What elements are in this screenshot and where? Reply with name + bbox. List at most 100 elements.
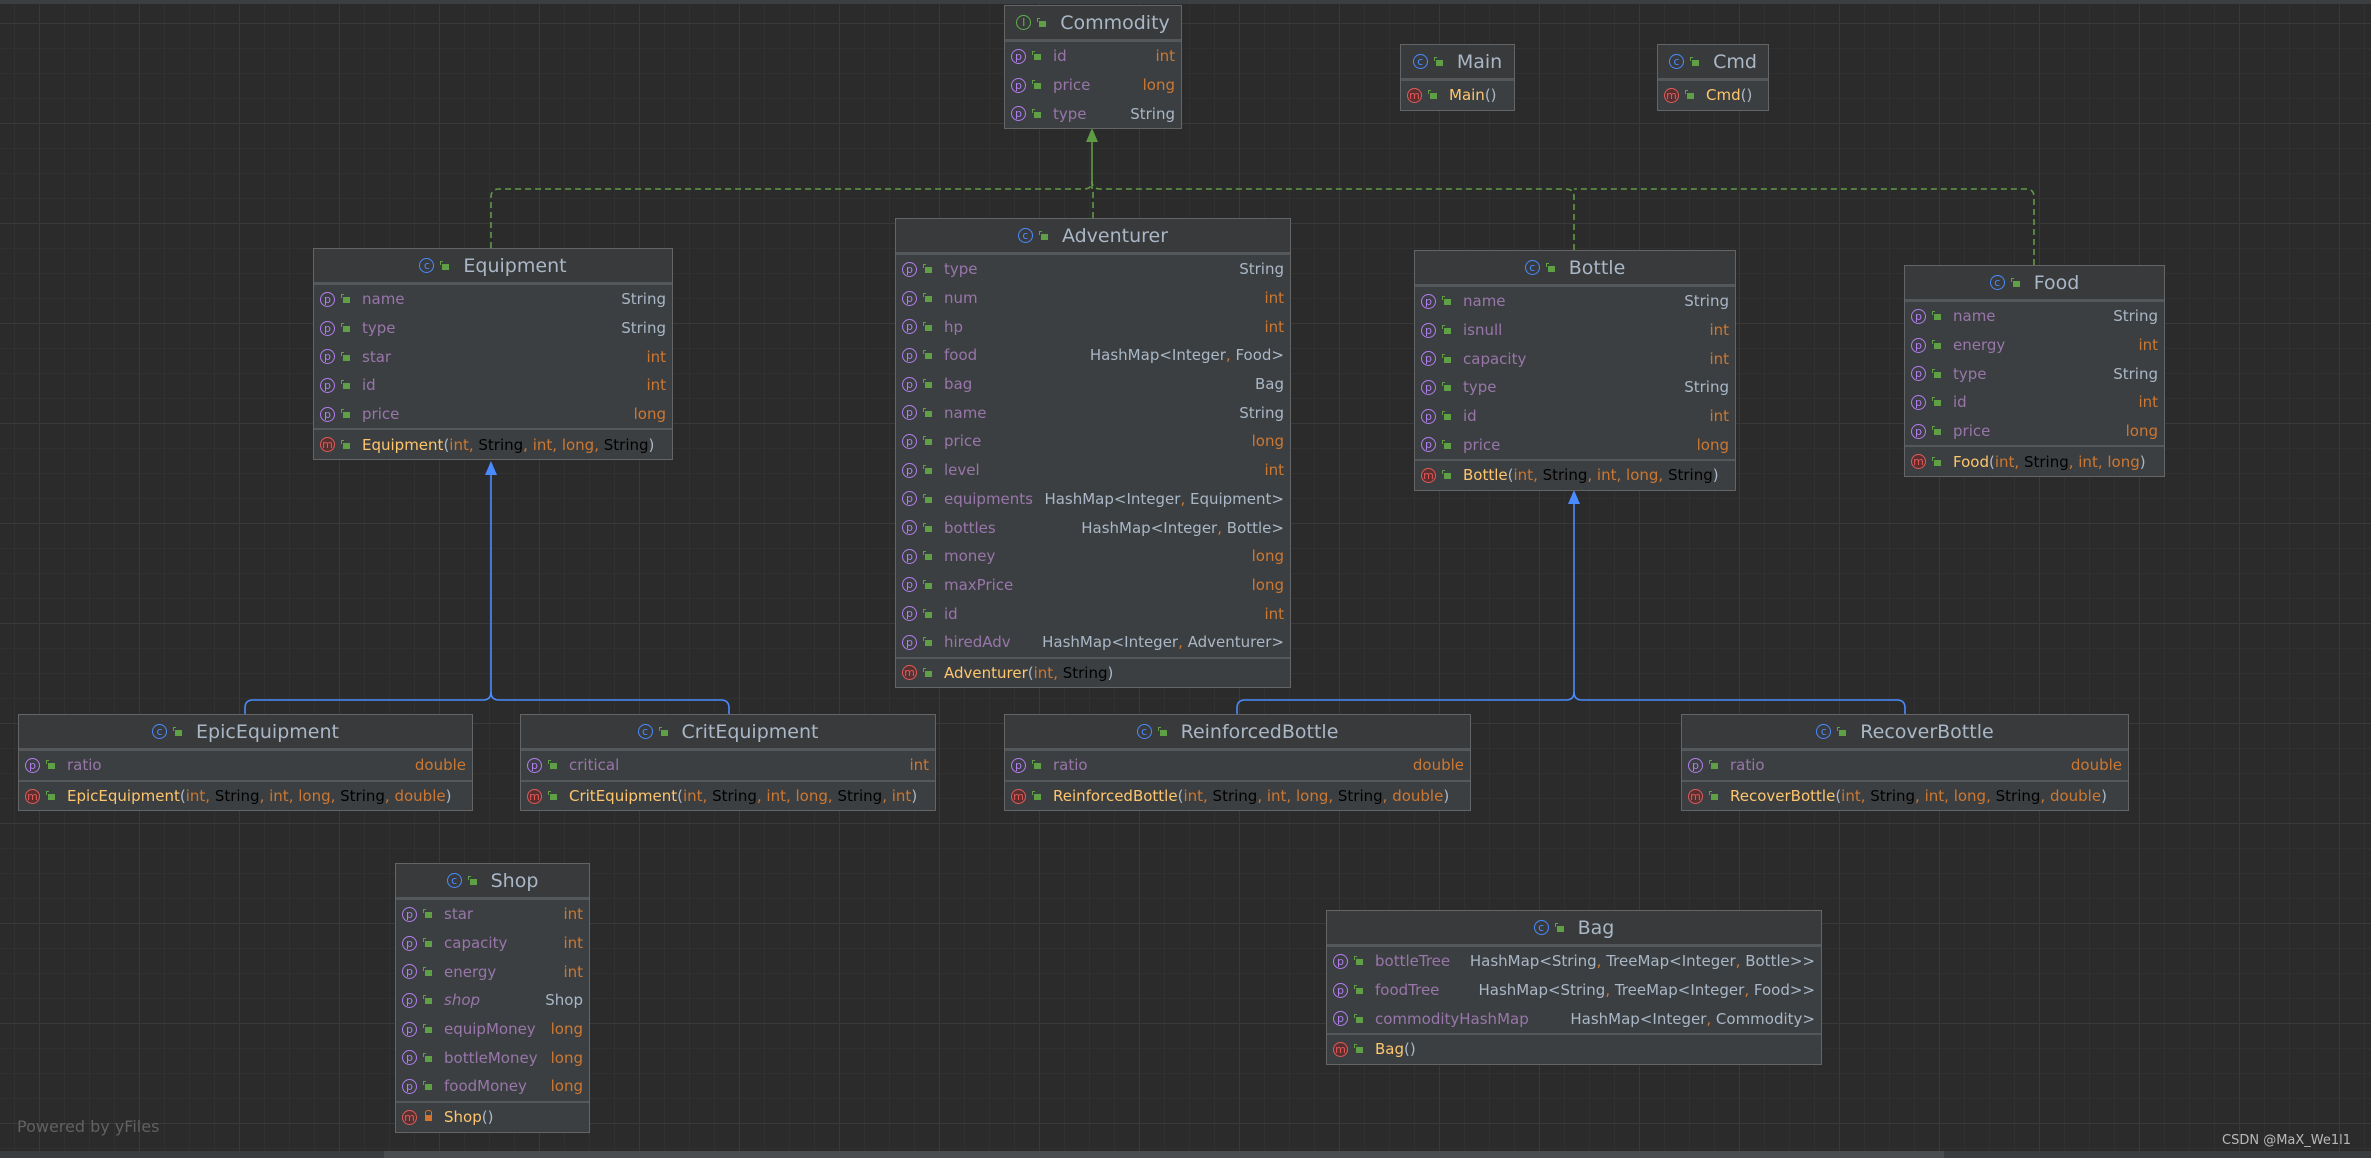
field-row[interactable]: p capacity int	[1415, 344, 1735, 373]
field-row[interactable]: p star int	[396, 900, 589, 929]
horizontal-scrollbar[interactable]	[0, 1151, 2371, 1158]
public-lock-icon	[923, 264, 932, 274]
class-name: Bag	[1577, 916, 1615, 939]
field-row[interactable]: p num int	[896, 284, 1290, 313]
class-node-reinforcedbottle[interactable]: c ReinforcedBottle p ratio double m Reinforced…	[1004, 714, 1471, 812]
field-row[interactable]: p price long	[1905, 417, 2164, 446]
method-row[interactable]: m CritEquipment (int, String, int, long, S…	[521, 779, 935, 811]
class-node-food[interactable]: c Food p name String p energy int p type String p id…	[1904, 265, 2165, 478]
field-row[interactable]: p name String	[896, 398, 1290, 427]
class-name: Commodity	[1060, 11, 1170, 34]
class-node-cmd[interactable]: c Cmd m Cmd()	[1657, 44, 1769, 111]
field-name: bottleTree	[1375, 952, 1451, 971]
type-token: String	[478, 435, 524, 454]
method-row[interactable]: m Bottle (int, String, int, long, String)	[1415, 459, 1735, 490]
class-node-bag[interactable]: c Bag p bottleTree HashMap<String, TreeMap<I…	[1326, 910, 1822, 1065]
scrollbar-thumb[interactable]	[384, 1151, 1944, 1158]
class-node-bottle[interactable]: c Bottle p name String p isnull int p capacity int…	[1414, 250, 1736, 491]
class-node-recoverbottle[interactable]: c RecoverBottle p ratio double m RecoverBottle…	[1681, 714, 2129, 812]
field-row[interactable]: p star int	[314, 342, 672, 371]
field-row[interactable]: p bottleTree HashMap<String, TreeMap<Integ…	[1327, 947, 1821, 976]
field-row[interactable]: p bottles HashMap<Integer, Bottle>	[896, 513, 1290, 542]
method-row[interactable]: m Main()	[1401, 81, 1514, 110]
class-node-equipment[interactable]: c Equipment p name String p type String p star int…	[313, 248, 673, 461]
class-node-adventurer[interactable]: c Adventurer p type String p num int p hp int p food…	[895, 218, 1291, 689]
field-row[interactable]: p ratio double	[19, 751, 472, 780]
class-node-commodity[interactable]: I Commodity p id int p price long p type String	[1004, 5, 1182, 130]
field-row[interactable]: p money long	[896, 542, 1290, 571]
type-token: ,	[702, 787, 713, 806]
field-row[interactable]: p ratio double	[1005, 751, 1470, 780]
field-row[interactable]: p capacity int	[396, 929, 589, 958]
field-row[interactable]: p equipments HashMap<Integer, Equipment>	[896, 485, 1290, 514]
type-token: ,	[2097, 452, 2108, 471]
type-token: String	[1995, 787, 2041, 806]
field-row[interactable]: p price long	[1415, 430, 1735, 459]
method-row[interactable]: m ReinforcedBottle (int, String, int, long…	[1005, 779, 1470, 811]
field-row[interactable]: p energy int	[1905, 331, 2164, 360]
field-row[interactable]: p shop Shop	[396, 986, 589, 1015]
field-row[interactable]: p type String	[1415, 373, 1735, 402]
field-row[interactable]: p price long	[896, 427, 1290, 456]
field-row[interactable]: p equipMoney long	[396, 1015, 589, 1044]
type-token: >>	[1789, 952, 1815, 971]
field-type: long	[1242, 576, 1284, 594]
type-token: int	[563, 934, 583, 953]
property-icon: p	[1911, 337, 1926, 353]
field-row[interactable]: p price long	[314, 400, 672, 429]
method-row[interactable]: m Adventurer (int, String)	[896, 656, 1290, 688]
field-row[interactable]: p name String	[1415, 287, 1735, 316]
field-row[interactable]: p level int	[896, 456, 1290, 485]
field-row[interactable]: p foodTree HashMap<String, TreeMap<Integer…	[1327, 976, 1821, 1005]
field-row[interactable]: p id int	[314, 371, 672, 400]
method-params: (int, String, int, long, String, double)	[1835, 787, 2107, 805]
field-row[interactable]: p ratio double	[1682, 751, 2128, 780]
method-row[interactable]: m Bag()	[1327, 1033, 1821, 1064]
field-row[interactable]: p bag Bag	[896, 370, 1290, 399]
field-row[interactable]: p commodityHashMap HashMap<Integer, Commod…	[1327, 1004, 1821, 1033]
type-token: ,	[1533, 466, 1543, 485]
field-row[interactable]: p name String	[1905, 302, 2164, 331]
field-row[interactable]: p id int	[1415, 402, 1735, 431]
field-row[interactable]: p id int	[1005, 42, 1181, 71]
field-row[interactable]: p type String	[1905, 359, 2164, 388]
field-row[interactable]: p type String	[314, 314, 672, 343]
field-row[interactable]: p food HashMap<Integer, Food>	[896, 341, 1290, 370]
method-icon: m	[1688, 788, 1703, 804]
class-node-main[interactable]: c Main m Main()	[1400, 44, 1515, 111]
method-row[interactable]: m EpicEquipment (int, String, int, long, S…	[19, 779, 472, 811]
field-row[interactable]: p id int	[1905, 388, 2164, 417]
method-row[interactable]: m Equipment (int, String, int, long, Strin…	[314, 428, 672, 459]
field-row[interactable]: p bottleMoney long	[396, 1043, 589, 1072]
type-token: Shop	[545, 991, 583, 1010]
method-row[interactable]: m Shop()	[396, 1100, 589, 1132]
public-lock-icon	[923, 465, 932, 475]
field-row[interactable]: p name String	[314, 285, 672, 314]
class-node-critequipment[interactable]: c CritEquipment p critical int m CritEquipment…	[520, 714, 936, 812]
type-token: TreeMap	[1614, 981, 1678, 1000]
field-row[interactable]: p price long	[1005, 71, 1181, 100]
field-type: int	[1254, 318, 1284, 336]
property-icon: p	[1911, 366, 1926, 382]
class-node-epicequipment[interactable]: c EpicEquipment p ratio double m EpicEquipment…	[18, 714, 473, 812]
public-lock-icon	[423, 909, 432, 919]
method-row[interactable]: m RecoverBottle (int, String, int, long, S…	[1682, 779, 2128, 811]
type-token: ,	[1915, 787, 1925, 806]
method-row[interactable]: m Food (int, String, int, long)	[1905, 445, 2164, 476]
field-row[interactable]: p critical int	[521, 751, 935, 780]
field-row[interactable]: p id int	[896, 599, 1290, 628]
field-row[interactable]: p foodMoney long	[396, 1072, 589, 1101]
field-row[interactable]: p hp int	[896, 312, 1290, 341]
property-icon: p	[902, 347, 917, 363]
field-row[interactable]: p hiredAdv HashMap<Integer, Adventurer>	[896, 628, 1290, 657]
field-row[interactable]: p type String	[1005, 99, 1181, 128]
field-row[interactable]: p isnull int	[1415, 316, 1735, 345]
field-row[interactable]: p type String	[896, 255, 1290, 284]
class-node-shop[interactable]: c Shop p star int p capacity int p energy int p shop…	[395, 863, 590, 1133]
type-token: Integer	[1652, 1009, 1707, 1028]
field-row[interactable]: p maxPrice long	[896, 571, 1290, 600]
field-row[interactable]: p energy int	[396, 957, 589, 986]
method-row[interactable]: m Cmd()	[1658, 81, 1768, 110]
class-header: c CritEquipment	[521, 715, 935, 751]
public-lock-icon	[1442, 296, 1451, 306]
